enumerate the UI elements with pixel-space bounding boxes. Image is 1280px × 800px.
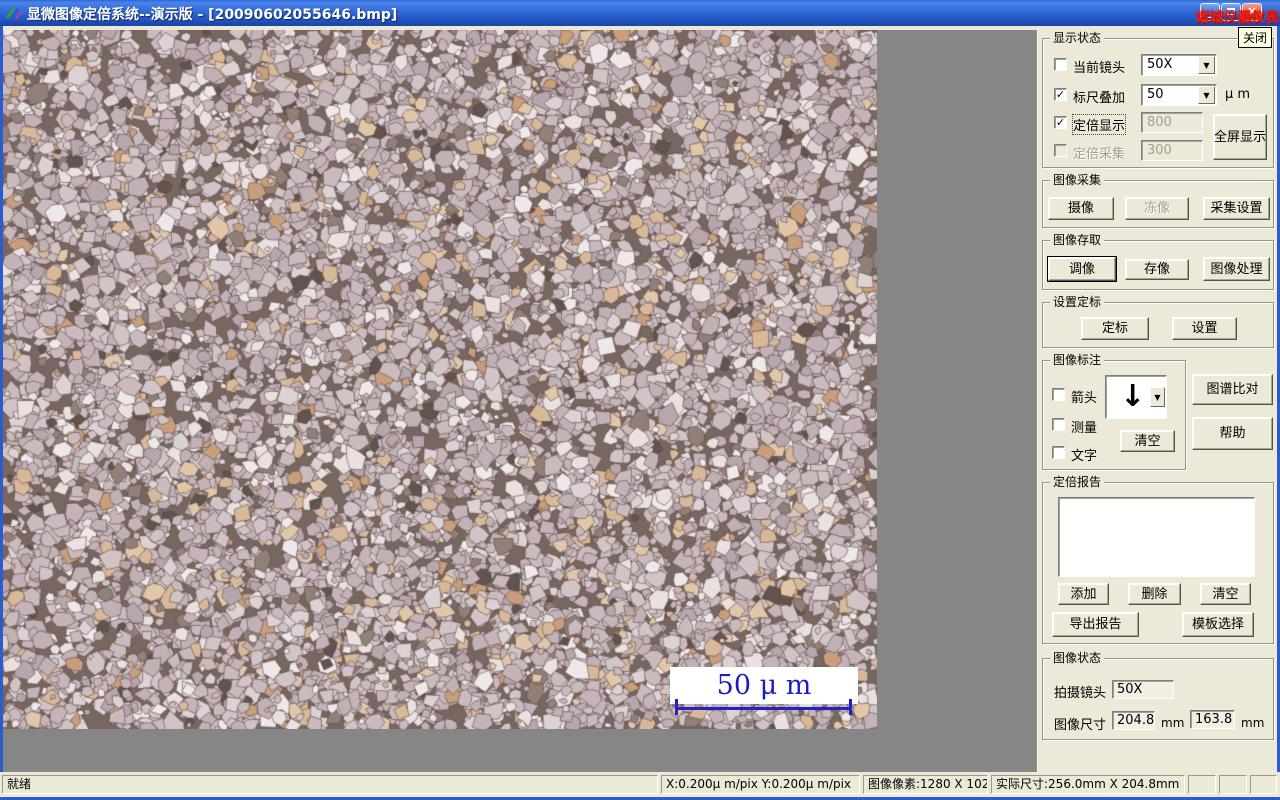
load-image-button[interactable]: 调像 [1047, 256, 1117, 282]
status-pixel-scale: X:0.200μ m/pix Y:0.200μ m/pix [661, 775, 860, 794]
ruler-value-select[interactable]: 50 ▼ [1141, 84, 1217, 106]
height-unit-label: mm [1241, 716, 1265, 730]
fullscreen-button[interactable]: 全屏显示 [1213, 114, 1267, 160]
current-lens-value: 50X [1147, 57, 1173, 72]
current-lens-select[interactable]: 50X ▼ [1141, 54, 1217, 76]
fixed-display-label: 定倍显示 [1071, 114, 1127, 135]
arrow-checkbox[interactable] [1052, 388, 1065, 401]
image-viewport: 50 μ m [3, 30, 1037, 772]
arrow-label: 箭头 [1071, 391, 1098, 406]
capture-lens-field: 50X [1112, 680, 1174, 699]
freeze-button: 冻像 [1125, 197, 1189, 220]
text-label: 文字 [1071, 449, 1098, 464]
scale-bar-line [675, 707, 852, 710]
group-calibration-title: 设置定标 [1050, 295, 1105, 309]
status-actual-size: 实际尺寸:256.0mm X 204.8mm [991, 775, 1185, 794]
current-lens-checkbox[interactable] [1054, 58, 1067, 71]
export-report-button[interactable]: 导出报告 [1052, 612, 1139, 637]
template-select-button[interactable]: 模板选择 [1182, 612, 1254, 637]
report-listbox[interactable] [1058, 497, 1255, 577]
fixed-display-field: 800 [1141, 112, 1203, 133]
scale-bar-label: 50 μ m [670, 667, 858, 704]
fixed-capture-label: 定倍采集 [1073, 147, 1126, 162]
annotation-clear-button[interactable]: 清空 [1120, 430, 1175, 452]
report-add-button[interactable]: 添加 [1058, 583, 1109, 605]
window-title: 显微图像定倍系统--演示版 - [20090602055646.bmp] [27, 7, 398, 23]
image-process-button[interactable]: 图像处理 [1203, 257, 1270, 281]
close-tooltip: 关闭 [1238, 27, 1273, 48]
group-display-status-title: 显示状态 [1050, 31, 1105, 45]
calibration-set-button[interactable]: 设置 [1172, 317, 1237, 340]
group-annotation-title: 图像标注 [1050, 353, 1105, 367]
status-empty-3 [1250, 775, 1277, 794]
fixed-display-checkbox[interactable]: ✓ [1054, 116, 1067, 129]
status-empty-1 [1188, 775, 1216, 794]
status-ready: 就绪 [2, 775, 658, 794]
width-unit-label: mm [1161, 716, 1185, 730]
ruler-value: 50 [1147, 87, 1164, 102]
image-size-label: 图像尺寸 [1054, 718, 1107, 733]
group-report-title: 定倍报告 [1050, 475, 1105, 489]
capture-lens-label: 拍摄镜头 [1054, 686, 1107, 701]
shoot-button[interactable]: 摄像 [1048, 197, 1114, 220]
report-clear-button[interactable]: 清空 [1200, 583, 1251, 605]
status-image-pixels: 图像像素:1280 X 1024 [863, 775, 988, 794]
report-delete-button[interactable]: 删除 [1128, 583, 1181, 605]
measure-checkbox[interactable] [1052, 418, 1065, 431]
current-lens-label: 当前镜头 [1073, 61, 1126, 76]
text-checkbox[interactable] [1052, 446, 1065, 459]
measure-label: 测量 [1071, 421, 1098, 436]
chevron-down-icon[interactable]: ▼ [1198, 56, 1215, 74]
scale-bar-tick-left [675, 699, 678, 715]
group-image-status-title: 图像状态 [1050, 651, 1105, 665]
status-empty-2 [1219, 775, 1247, 794]
status-bar: 就绪 X:0.200μ m/pix Y:0.200μ m/pix 图像像素:12… [0, 772, 1280, 797]
save-image-button[interactable]: 存像 [1125, 259, 1189, 280]
arrow-down-icon: ↓ [1120, 379, 1146, 414]
group-storage-title: 图像存取 [1050, 233, 1105, 247]
capture-settings-button[interactable]: 采集设置 [1203, 197, 1270, 220]
micrograph-canvas[interactable] [3, 30, 877, 729]
window-border-left [0, 26, 3, 800]
group-calibration: 设置定标 [1042, 295, 1274, 348]
vendor-watermark: 诸城仪器仪表 [1195, 10, 1279, 26]
ruler-unit-label: μ m [1225, 87, 1251, 102]
ruler-overlay-label: 标尺叠加 [1073, 91, 1126, 106]
image-width-field: 204.8 [1112, 711, 1155, 730]
scale-bar-tick-right [849, 699, 852, 715]
fixed-capture-checkbox [1054, 144, 1067, 157]
atlas-compare-button[interactable]: 图谱比对 [1192, 374, 1273, 405]
arrow-style-select[interactable]: ↓ ▼ [1105, 375, 1167, 419]
image-height-field: 163.8 [1190, 710, 1235, 729]
control-panel: 显示状态 当前镜头 50X ▼ ✓ 标尺叠加 50 ▼ μ m ✓ 定倍显示 8… [1037, 30, 1277, 772]
group-capture-title: 图像采集 [1050, 173, 1105, 187]
calibrate-button[interactable]: 定标 [1081, 317, 1149, 340]
chevron-down-icon[interactable]: ▼ [1150, 387, 1165, 407]
fixed-capture-field: 300 [1141, 140, 1203, 161]
title-bar: 显微图像定倍系统--演示版 - [20090602055646.bmp] _ ×… [0, 0, 1280, 26]
app-icon [5, 7, 22, 20]
help-button[interactable]: 帮助 [1192, 417, 1273, 450]
ruler-overlay-checkbox[interactable]: ✓ [1054, 88, 1067, 101]
chevron-down-icon[interactable]: ▼ [1198, 86, 1215, 104]
